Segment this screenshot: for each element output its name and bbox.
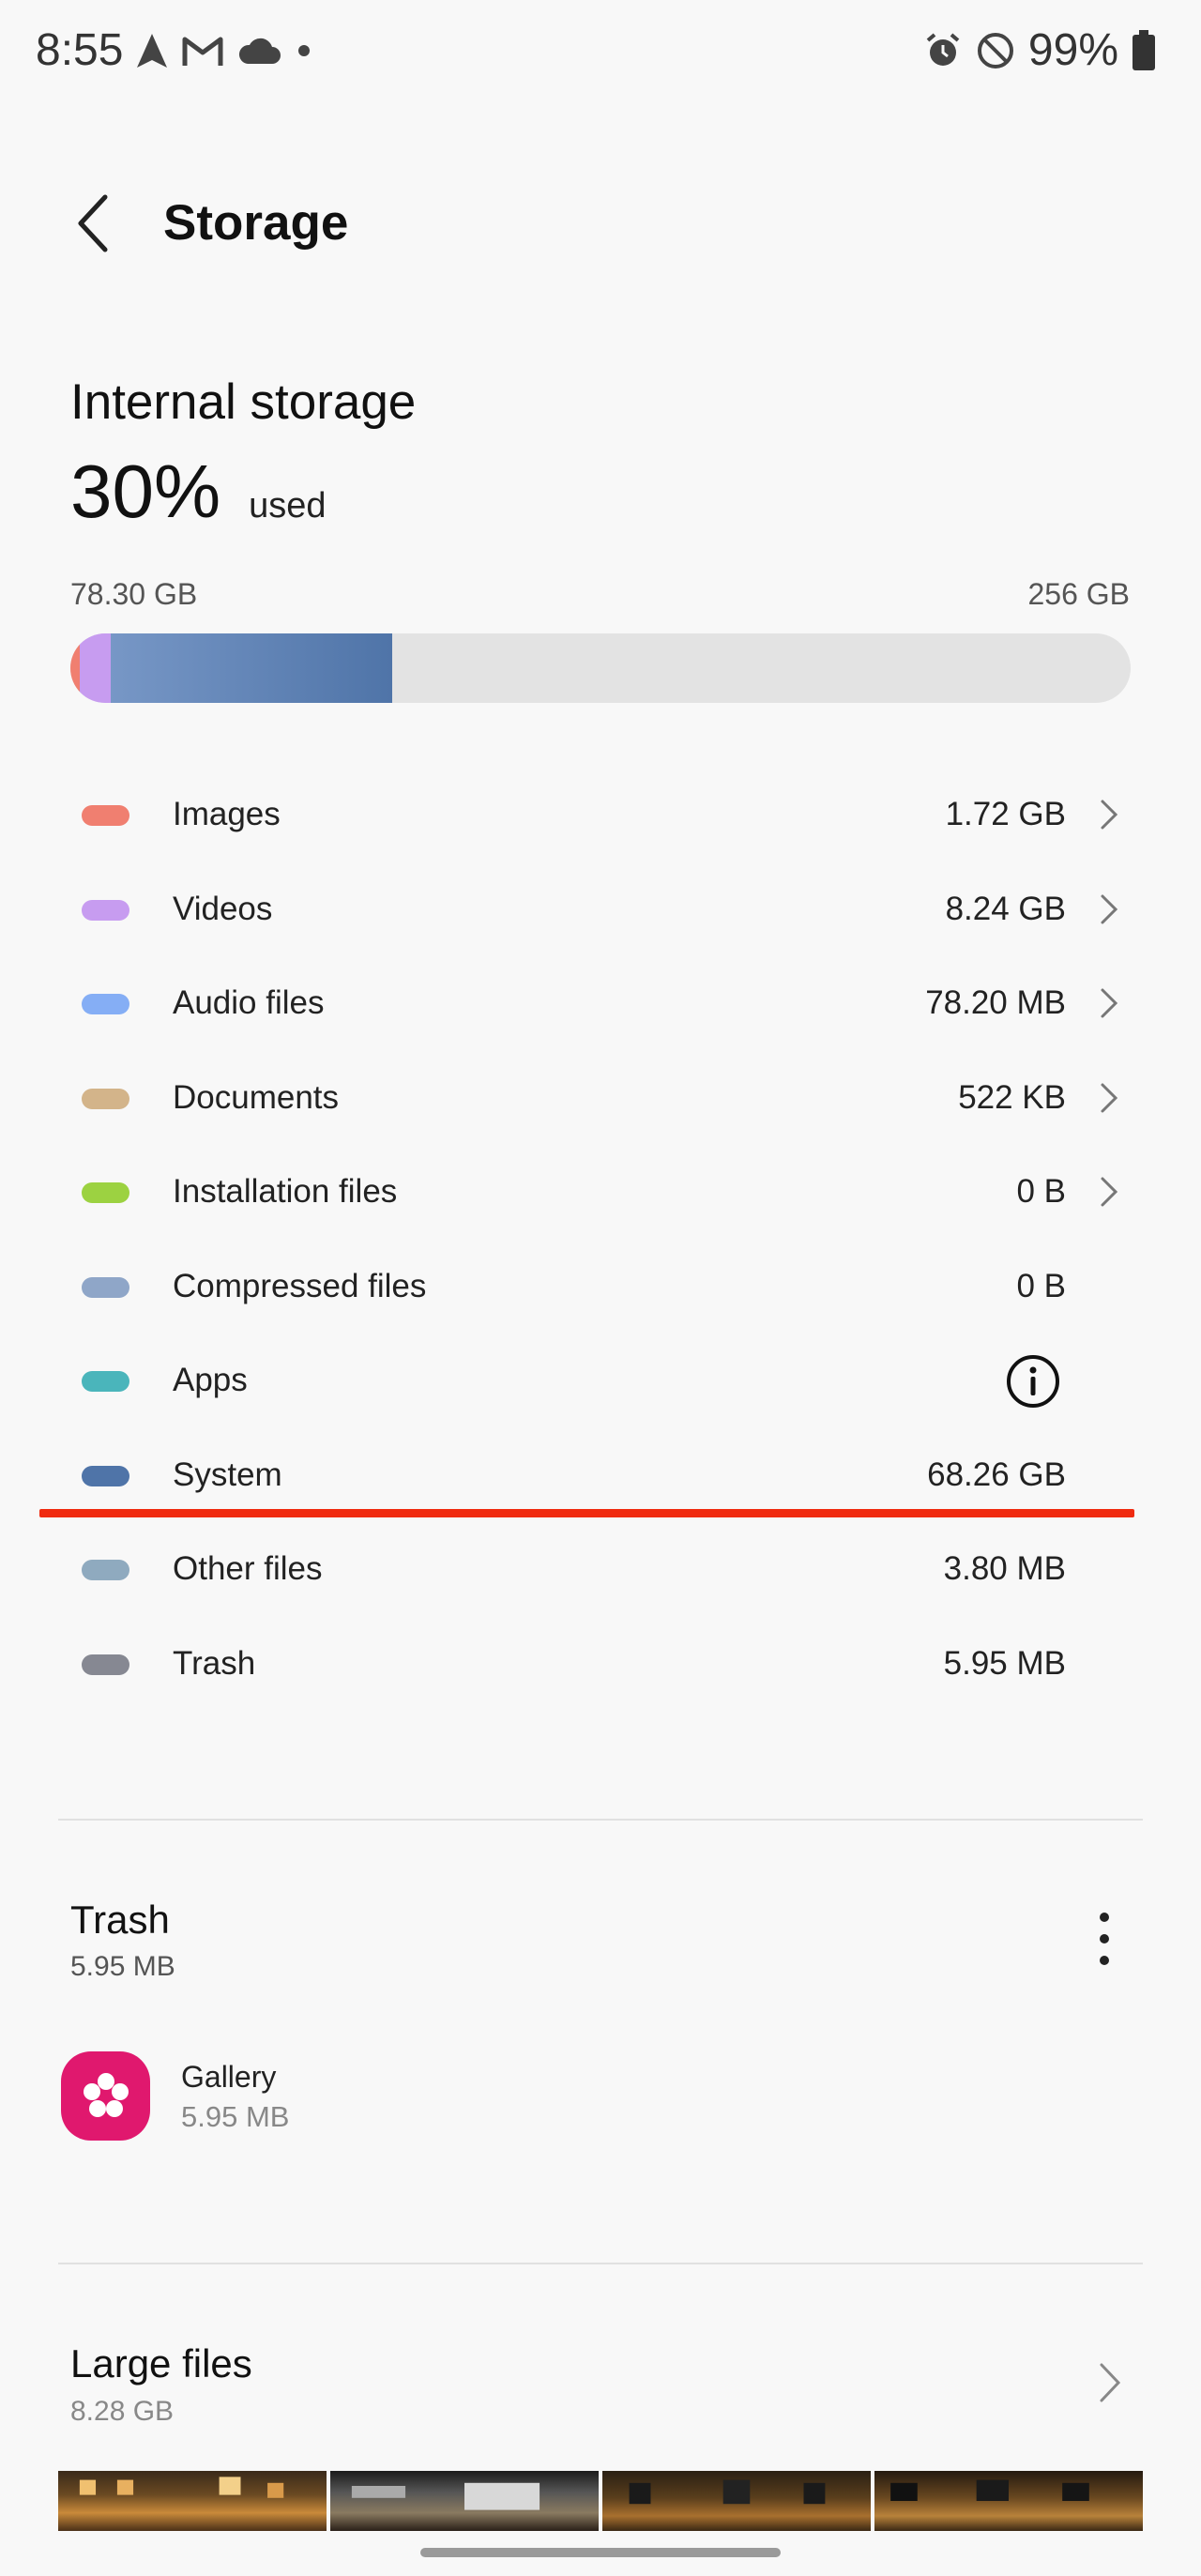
category-row-apps: Apps — [0, 1334, 1201, 1428]
category-value: 522 KB — [958, 1078, 1066, 1116]
more-dot — [1100, 1956, 1109, 1965]
used-size: 78.30 GB — [70, 577, 198, 611]
home-indicator[interactable] — [420, 2548, 781, 2557]
section-divider — [58, 2263, 1143, 2264]
category-row-other-files: Other files 3.80 MB — [0, 1522, 1201, 1617]
info-icon[interactable] — [1006, 1354, 1060, 1409]
category-row-videos[interactable]: Videos 8.24 GB — [0, 862, 1201, 957]
category-value: 68.26 GB — [927, 1456, 1066, 1493]
category-row-installation-files[interactable]: Installation files 0 B — [0, 1145, 1201, 1240]
category-label: Other files — [173, 1550, 323, 1587]
gmail-icon — [182, 37, 223, 66]
category-list: Images 1.72 GB Videos 8.24 GB Audio file… — [0, 768, 1201, 1711]
category-label: System — [173, 1456, 282, 1493]
file-thumbnail[interactable] — [58, 2471, 327, 2531]
chevron-right-icon[interactable] — [1096, 2359, 1124, 2406]
total-size: 256 GB — [1027, 577, 1130, 611]
more-dot — [1100, 1934, 1109, 1943]
category-label: Installation files — [173, 1173, 398, 1210]
back-arrow-icon — [78, 194, 108, 252]
category-label: Apps — [173, 1362, 248, 1398]
category-row-system: System 68.26 GB — [0, 1428, 1201, 1523]
thumbnail-image — [351, 2482, 540, 2510]
more-dot — [1100, 1913, 1109, 1922]
category-row-compressed-files: Compressed files 0 B — [0, 1240, 1201, 1334]
category-value: 5.95 MB — [943, 1644, 1066, 1682]
category-row-audio-files[interactable]: Audio files 78.20 MB — [0, 956, 1201, 1051]
usage-suffix: used — [249, 486, 327, 526]
bar-segment-system — [111, 633, 392, 703]
category-value: 8.24 GB — [945, 890, 1066, 927]
file-thumbnail[interactable] — [330, 2471, 599, 2531]
file-thumbnail[interactable] — [602, 2471, 871, 2531]
more-options-button[interactable] — [1092, 1913, 1117, 1965]
trash-section-title: Trash — [70, 1898, 170, 1942]
cloud-icon — [238, 38, 281, 64]
status-bar: 8:55 99% — [0, 0, 1201, 105]
internal-storage-title: Internal storage — [70, 374, 417, 430]
flower-icon — [83, 2072, 129, 2117]
do-not-disturb-icon — [977, 32, 1013, 69]
section-divider — [58, 1819, 1143, 1821]
images-color-dot — [82, 805, 129, 826]
installation-color-dot — [82, 1182, 129, 1203]
apps-color-dot — [82, 1371, 129, 1392]
chevron-right-icon — [1101, 988, 1118, 1018]
file-thumbnail[interactable] — [874, 2471, 1143, 2531]
audio-color-dot — [82, 994, 129, 1014]
videos-color-dot — [82, 899, 129, 921]
page-title: Storage — [163, 195, 349, 251]
system-color-dot — [82, 1465, 129, 1486]
compressed-color-dot — [82, 1276, 129, 1298]
thumbnail-image — [79, 2477, 284, 2498]
back-button[interactable] — [62, 188, 122, 259]
usage-percent: 30% — [70, 450, 221, 533]
category-row-trash: Trash 5.95 MB — [0, 1617, 1201, 1712]
large-files-title[interactable]: Large files — [70, 2341, 252, 2386]
category-label: Documents — [173, 1078, 340, 1116]
category-value: 1.72 GB — [945, 796, 1066, 832]
category-value: 0 B — [1016, 1173, 1066, 1210]
status-system-icons: 99% — [923, 24, 1156, 76]
status-notification-icons — [135, 32, 313, 69]
chevron-right-icon — [1101, 800, 1118, 830]
dot-icon — [298, 45, 310, 56]
trash-item-size: 5.95 MB — [181, 2100, 290, 2133]
category-row-documents[interactable]: Documents 522 KB — [0, 1051, 1201, 1146]
battery-percent: 99% — [1027, 25, 1118, 75]
highlight-underline — [39, 1509, 1134, 1517]
status-time: 8:55 — [36, 25, 124, 75]
other-color-dot — [82, 1560, 129, 1580]
category-label: Compressed files — [173, 1267, 427, 1304]
gallery-app-icon[interactable] — [61, 2051, 150, 2141]
bar-segment-images — [70, 633, 80, 703]
storage-usage-bar — [70, 633, 1131, 703]
usage-summary: 30% used — [70, 449, 327, 535]
category-value: 0 B — [1016, 1267, 1066, 1304]
category-row-images[interactable]: Images 1.72 GB — [0, 768, 1201, 862]
bar-segment-videos — [80, 633, 111, 703]
battery-icon — [1133, 29, 1155, 70]
trash-section-size: 5.95 MB — [70, 1951, 175, 1982]
navigation-icon — [137, 34, 167, 68]
chevron-right-icon — [1101, 894, 1118, 923]
large-files-thumbnails — [58, 2471, 1143, 2531]
trash-item-name[interactable]: Gallery — [181, 2060, 276, 2095]
thumbnail-image — [629, 2479, 826, 2505]
category-label: Videos — [173, 890, 273, 927]
large-files-size: 8.28 GB — [70, 2396, 175, 2427]
trash-color-dot — [82, 1654, 129, 1675]
category-value: 3.80 MB — [943, 1550, 1066, 1587]
chevron-right-icon — [1101, 1083, 1118, 1112]
alarm-icon — [926, 32, 960, 66]
chevron-right-icon — [1101, 1177, 1118, 1207]
thumbnail-image — [890, 2479, 1089, 2501]
category-value: 78.20 MB — [925, 984, 1066, 1021]
category-label: Images — [173, 796, 281, 832]
category-label: Audio files — [173, 984, 325, 1021]
documents-color-dot — [82, 1088, 129, 1109]
category-label: Trash — [173, 1644, 256, 1682]
